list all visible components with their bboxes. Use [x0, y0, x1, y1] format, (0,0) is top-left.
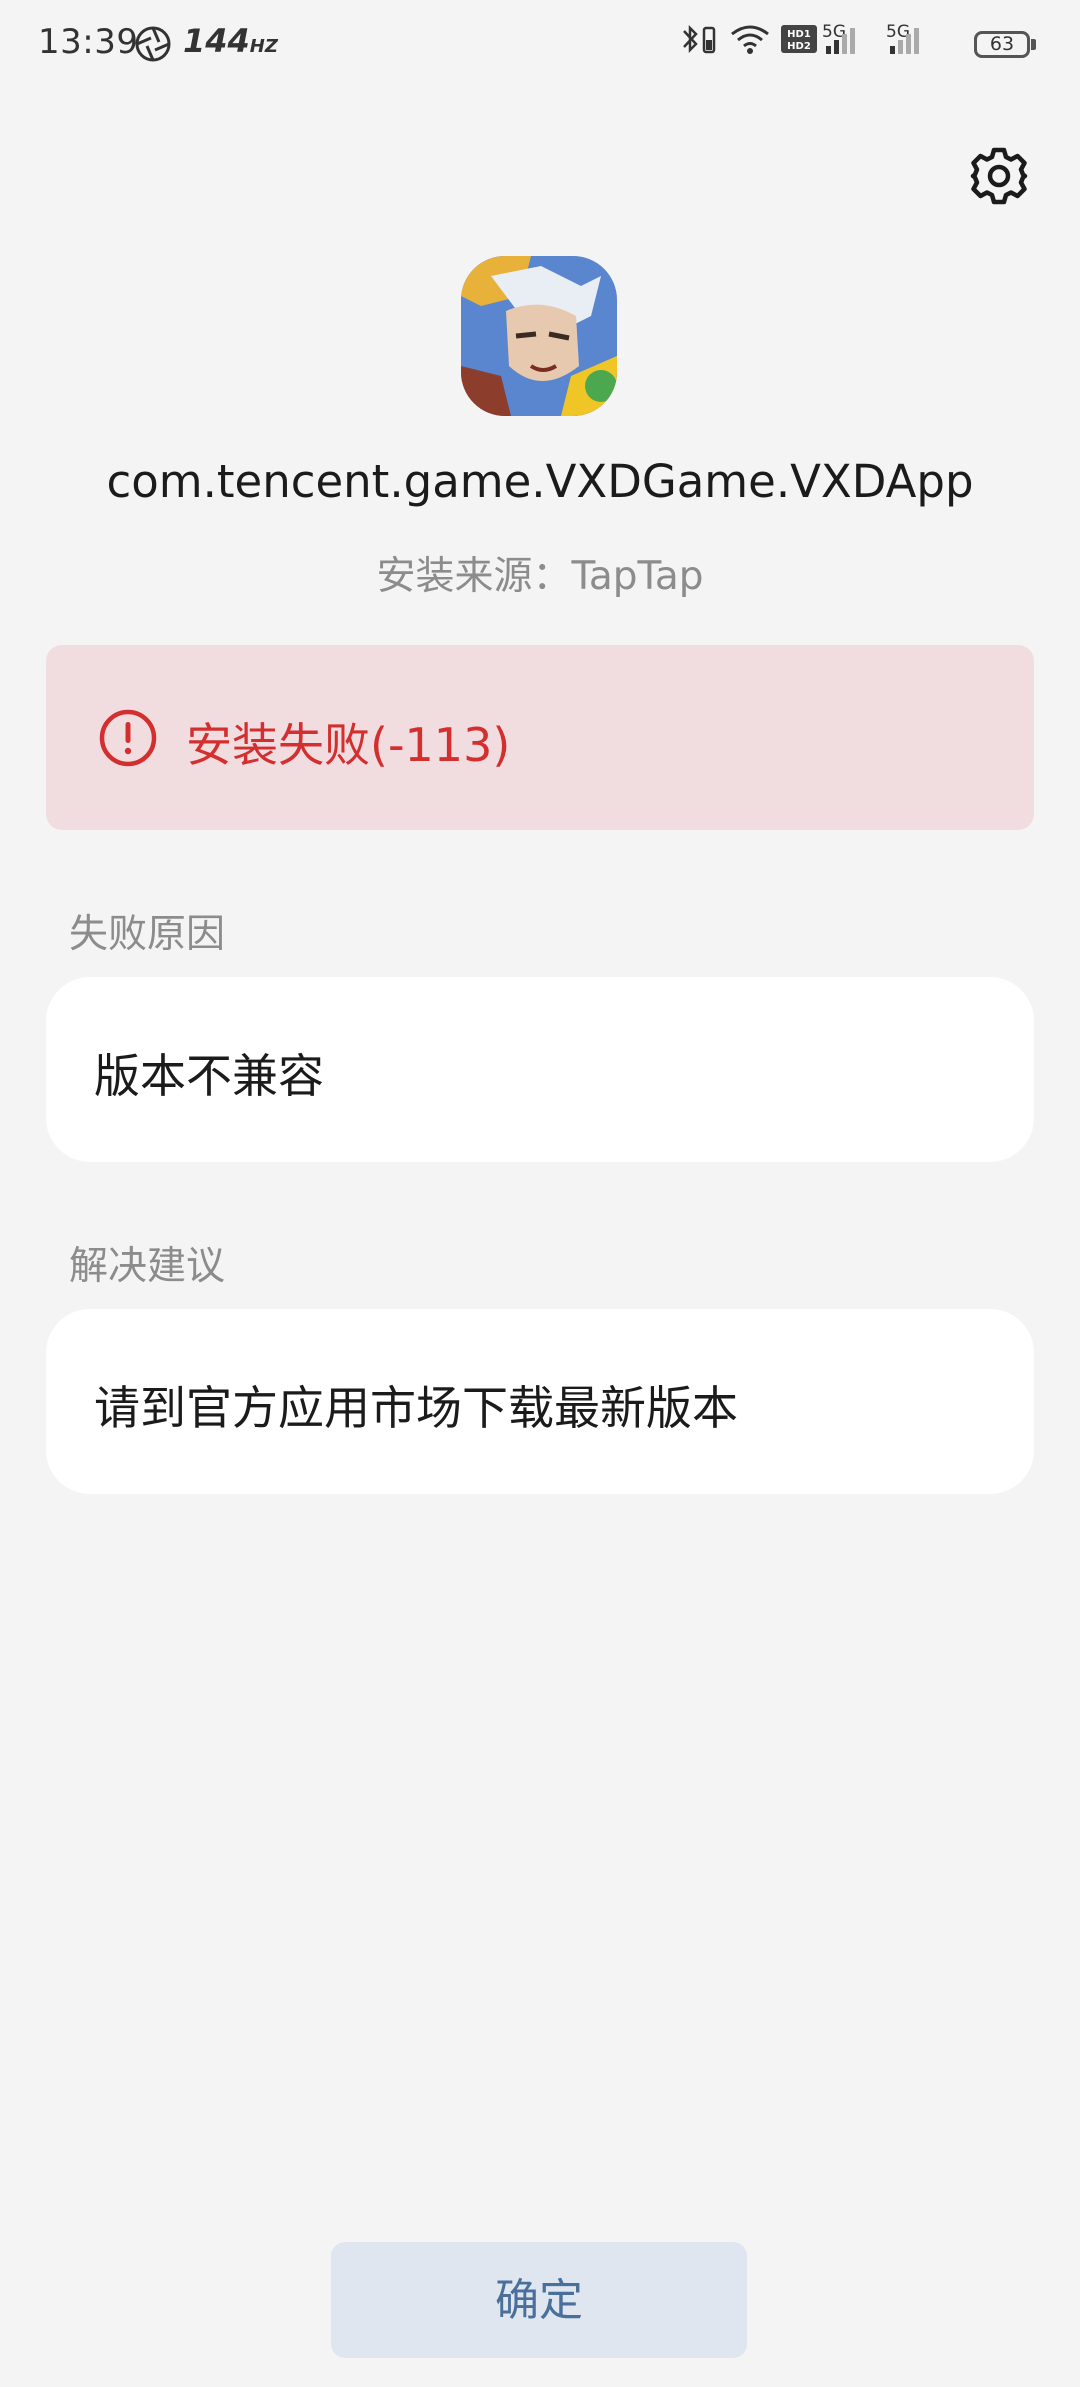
svg-text:HD1: HD1 [787, 29, 811, 40]
status-time: 13:39 [38, 22, 139, 62]
bluetooth-icon [683, 24, 698, 54]
confirm-button[interactable]: 确定 [331, 2242, 747, 2358]
gear-icon[interactable] [969, 146, 1029, 206]
failure-reason-card: 版本不兼容 [46, 977, 1034, 1162]
refresh-rate-unit: HZ [249, 36, 278, 57]
suggestion-value: 请到官方应用市场下载最新版本 [94, 1381, 738, 1435]
install-source: 安装来源：TapTap [376, 554, 704, 599]
suggestion-label: 解决建议 [69, 1244, 226, 1289]
exclamation-circle-icon [99, 709, 157, 767]
refresh-rate: 144HZ [183, 22, 278, 60]
status-bar: 13:39 144HZ HD1 HD2 5G 5G 63 [0, 0, 1080, 90]
app-icon-art [461, 256, 617, 416]
package-name: com.tencent.game.VXDGame.VXDApp [106, 455, 974, 508]
wifi-icon [731, 25, 769, 54]
refresh-rate-value: 144 [183, 22, 250, 60]
error-message: 安装失败(-113) [186, 718, 511, 772]
signal-icon-1 [826, 28, 855, 54]
svg-text:HD2: HD2 [787, 41, 811, 52]
battery-indicator: 63 [974, 31, 1030, 58]
hd-icon: HD1 HD2 [781, 25, 817, 53]
suggestion-card: 请到官方应用市场下载最新版本 [46, 1309, 1034, 1494]
error-banner: 安装失败(-113) [46, 645, 1034, 830]
status-icons: HD1 HD2 5G 5G 63 [680, 22, 1080, 66]
battery-tip [1031, 39, 1036, 50]
failure-reason-value: 版本不兼容 [94, 1049, 324, 1103]
failure-reason-label: 失败原因 [69, 912, 226, 957]
aperture-icon [135, 26, 171, 62]
app-icon [461, 256, 617, 416]
battery-saver-icon [702, 26, 716, 54]
signal-icon-2 [890, 28, 919, 54]
